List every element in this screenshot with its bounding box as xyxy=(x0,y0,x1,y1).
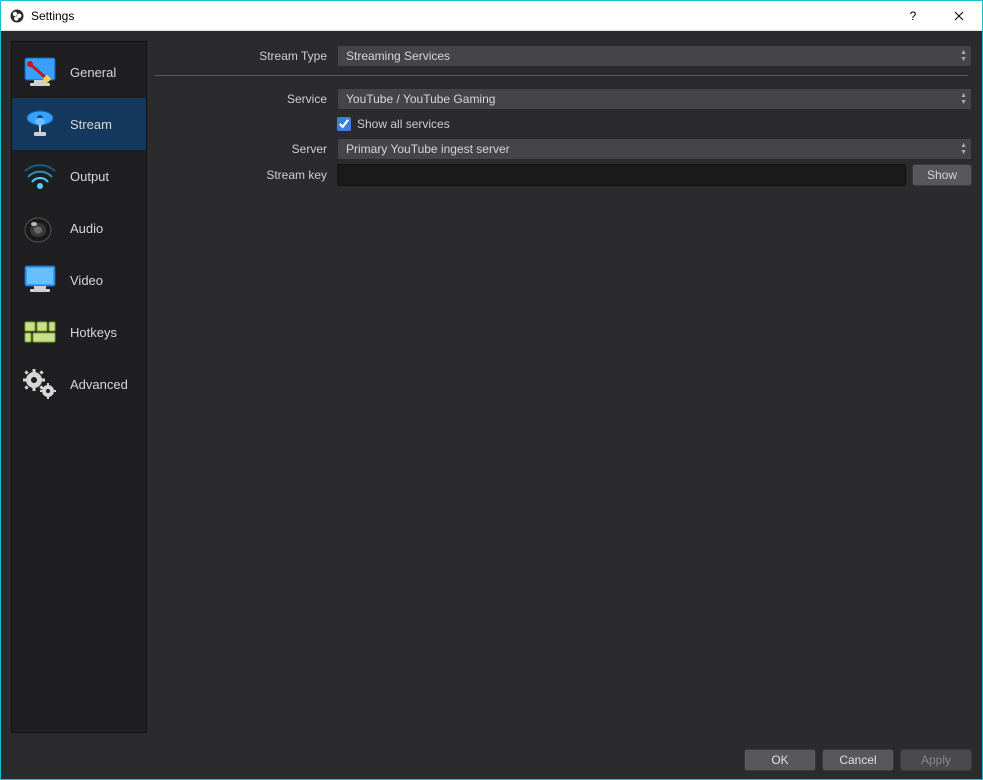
stream-type-label: Stream Type xyxy=(151,49,337,63)
show-all-services-checkbox[interactable] xyxy=(337,117,351,131)
app-icon xyxy=(9,8,25,24)
stream-key-label: Stream key xyxy=(151,168,337,182)
show-stream-key-button[interactable]: Show xyxy=(912,164,972,186)
sidebar-item-output[interactable]: Output xyxy=(12,150,146,202)
stream-key-input[interactable] xyxy=(337,164,906,186)
stream-icon xyxy=(18,104,62,144)
apply-button: Apply xyxy=(900,749,972,771)
general-icon xyxy=(18,52,62,92)
sidebar-item-label: Stream xyxy=(70,117,112,132)
output-icon xyxy=(18,156,62,196)
help-button[interactable]: ? xyxy=(890,1,936,31)
spinner-icon: ▲▼ xyxy=(960,49,967,63)
sidebar-item-label: Video xyxy=(70,273,103,288)
show-all-services-label[interactable]: Show all services xyxy=(357,117,450,131)
server-label: Server xyxy=(151,142,337,156)
advanced-icon xyxy=(18,364,62,404)
server-combo[interactable]: Primary YouTube ingest server ▲▼ xyxy=(337,138,972,160)
sidebar-item-label: General xyxy=(70,65,116,80)
hotkeys-icon xyxy=(18,312,62,352)
settings-content: Stream Type Streaming Services ▲▼ Servic… xyxy=(151,41,972,733)
separator xyxy=(155,75,968,76)
sidebar-item-audio[interactable]: Audio xyxy=(12,202,146,254)
sidebar-item-label: Hotkeys xyxy=(70,325,117,340)
service-combo[interactable]: YouTube / YouTube Gaming ▲▼ xyxy=(337,88,972,110)
dialog-button-bar: OK Cancel Apply xyxy=(1,743,982,779)
video-icon xyxy=(18,260,62,300)
stream-type-combo[interactable]: Streaming Services ▲▼ xyxy=(337,45,972,67)
sidebar-item-label: Advanced xyxy=(70,377,128,392)
sidebar-item-general[interactable]: General xyxy=(12,46,146,98)
window-title: Settings xyxy=(31,9,74,23)
settings-sidebar: General Stream xyxy=(11,41,147,733)
sidebar-item-video[interactable]: Video xyxy=(12,254,146,306)
spinner-icon: ▲▼ xyxy=(960,92,967,106)
spinner-icon: ▲▼ xyxy=(960,142,967,156)
sidebar-item-label: Audio xyxy=(70,221,103,236)
sidebar-item-advanced[interactable]: Advanced xyxy=(12,358,146,410)
sidebar-item-stream[interactable]: Stream xyxy=(12,98,146,150)
sidebar-item-label: Output xyxy=(70,169,109,184)
titlebar: Settings ? xyxy=(1,1,982,31)
ok-button[interactable]: OK xyxy=(744,749,816,771)
close-button[interactable] xyxy=(936,1,982,31)
audio-icon xyxy=(18,208,62,248)
cancel-button[interactable]: Cancel xyxy=(822,749,894,771)
service-label: Service xyxy=(151,92,337,106)
sidebar-item-hotkeys[interactable]: Hotkeys xyxy=(12,306,146,358)
